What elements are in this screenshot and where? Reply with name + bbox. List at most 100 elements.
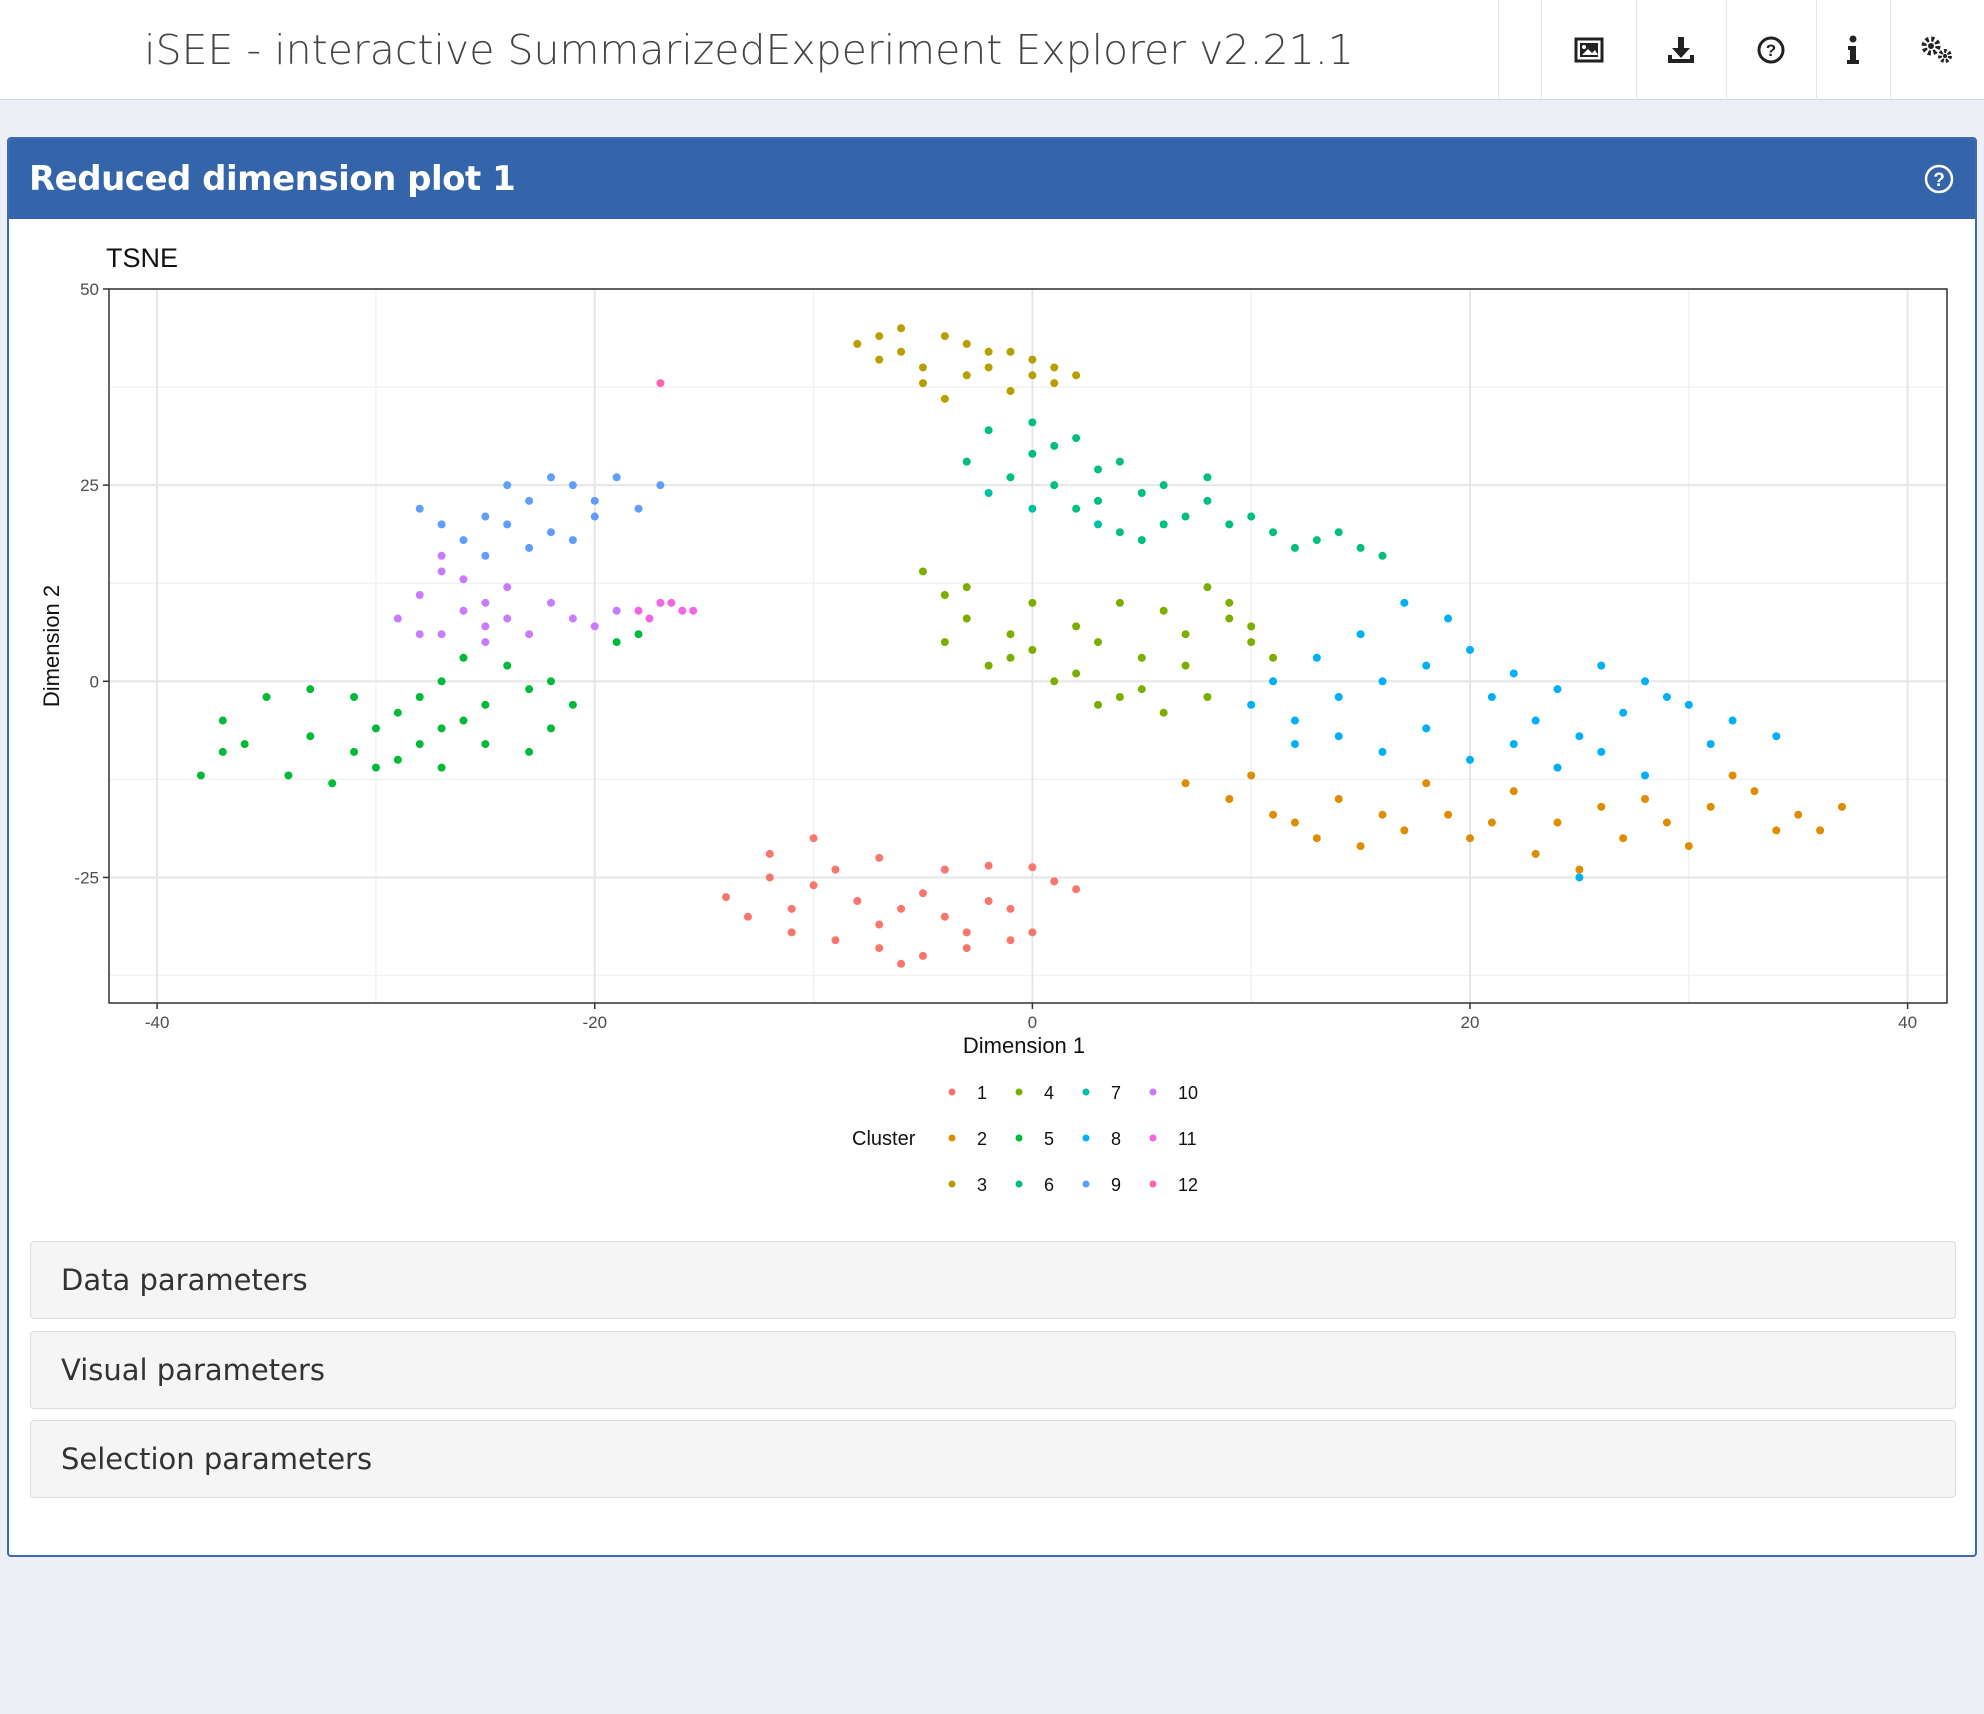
data-point-cluster-4 (962, 614, 971, 623)
data-point-cluster-4 (1203, 583, 1212, 592)
image-icon (1574, 37, 1603, 63)
app-title: iSEE - interactive SummarizedExperiment … (144, 26, 1354, 74)
data-point-cluster-4 (1115, 693, 1124, 701)
data-point-cluster-9 (634, 504, 643, 513)
data-point-cluster-1 (1050, 877, 1059, 886)
data-point-cluster-2 (1487, 818, 1496, 827)
y-tick-label: -25 (74, 868, 99, 887)
data-point-cluster-6 (1159, 481, 1168, 490)
data-point-cluster-1 (809, 834, 818, 843)
question-circle-icon[interactable]: ? (1921, 161, 1957, 197)
data-point-cluster-11 (645, 614, 654, 623)
data-point-cluster-8 (1312, 653, 1321, 662)
legend-key-cluster-3 (948, 1180, 956, 1188)
x-tick-label: 0 (1028, 1013, 1037, 1032)
data-point-cluster-8 (1531, 716, 1540, 725)
settings-button[interactable] (1890, 0, 1984, 100)
tsne-scatter-plot[interactable]: TSNE -40 -20 0 20 40-2502550 Dimension 1 Dim… (9, 219, 1975, 1219)
data-point-cluster-8 (1641, 677, 1650, 686)
data-point-cluster-2 (1290, 818, 1299, 827)
data-point-cluster-8 (1247, 700, 1256, 709)
data-point-cluster-8 (1619, 708, 1628, 717)
data-point-cluster-5 (459, 653, 468, 662)
data-point-cluster-3 (853, 339, 862, 348)
data-point-cluster-6 (1006, 473, 1015, 482)
data-points (196, 324, 1846, 968)
data-point-cluster-5 (371, 724, 380, 733)
data-point-cluster-10 (481, 622, 490, 631)
legend-key-cluster-11 (1149, 1134, 1157, 1142)
legend-label: 8 (1111, 1129, 1121, 1149)
data-point-cluster-7 (1094, 520, 1103, 529)
data-point-cluster-3 (1006, 347, 1015, 356)
screenshot-button[interactable] (1541, 0, 1636, 100)
legend-label: 10 (1178, 1083, 1198, 1103)
data-point-cluster-1 (875, 944, 884, 953)
data-point-cluster-1 (1028, 928, 1037, 937)
data-point-cluster-9 (437, 520, 446, 529)
data-point-cluster-11 (667, 598, 676, 607)
data-point-cluster-4 (1006, 653, 1015, 662)
data-point-cluster-5 (459, 716, 468, 725)
data-point-cluster-9 (503, 481, 512, 490)
data-point-cluster-9 (656, 481, 665, 490)
data-point-cluster-9 (503, 520, 512, 529)
y-tick-label: 50 (80, 280, 99, 299)
data-point-cluster-6 (1312, 536, 1321, 545)
data-point-cluster-4 (940, 591, 949, 599)
data-point-cluster-6 (1072, 504, 1081, 513)
selection-parameters-section[interactable]: Selection parameters (30, 1420, 1956, 1498)
top-navbar: iSEE - interactive SummarizedExperiment … (0, 0, 1984, 100)
data-point-cluster-9 (481, 551, 490, 560)
legend-key-cluster-7 (1082, 1088, 1090, 1096)
x-axis-label: Dimension 1 (963, 1033, 1085, 1058)
data-point-cluster-5 (393, 708, 402, 717)
x-tick-label: -20 (582, 1013, 607, 1032)
data-point-cluster-3 (940, 394, 949, 403)
data-point-cluster-10 (481, 638, 490, 647)
x-tick-label: -40 (145, 1013, 170, 1032)
data-point-cluster-4 (1006, 630, 1015, 639)
x-tick-label: 20 (1461, 1013, 1480, 1032)
data-point-cluster-4 (1181, 661, 1190, 670)
panel-header: Reduced dimension plot 1 ? (9, 139, 1975, 219)
data-point-cluster-9 (590, 512, 599, 521)
info-button[interactable] (1816, 0, 1890, 100)
data-point-cluster-10 (546, 598, 555, 607)
data-point-cluster-6 (1115, 528, 1124, 537)
data-point-cluster-8 (1290, 716, 1299, 725)
download-button[interactable] (1636, 0, 1726, 100)
legend-key-cluster-8 (1082, 1134, 1090, 1142)
data-point-cluster-2 (1356, 842, 1365, 851)
data-point-cluster-9 (546, 528, 555, 537)
data-point-cluster-8 (1444, 614, 1453, 623)
data-point-cluster-10 (415, 591, 424, 599)
legend-key-cluster-6 (1015, 1180, 1023, 1188)
data-point-cluster-6 (962, 457, 971, 466)
data-parameters-section[interactable]: Data parameters (30, 1241, 1956, 1319)
visual-parameters-section[interactable]: Visual parameters (30, 1331, 1956, 1409)
data-point-cluster-11 (689, 606, 698, 615)
data-point-cluster-10 (415, 630, 424, 639)
data-point-cluster-1 (1028, 863, 1037, 872)
data-point-cluster-4 (1115, 598, 1124, 607)
data-point-cluster-8 (1706, 740, 1715, 749)
legend-key-cluster-2 (948, 1134, 956, 1142)
cogs-icon (1921, 36, 1952, 63)
data-point-cluster-9 (525, 496, 534, 505)
data-point-cluster-5 (437, 724, 446, 733)
data-point-cluster-1 (918, 889, 927, 898)
data-point-cluster-9 (415, 504, 424, 513)
help-button[interactable]: ? (1726, 0, 1816, 100)
data-point-cluster-9 (590, 496, 599, 505)
data-point-cluster-4 (1137, 653, 1146, 662)
data-point-cluster-2 (1400, 826, 1409, 835)
y-axis-label: Dimension 2 (39, 585, 64, 707)
data-point-cluster-1 (1006, 904, 1015, 913)
legend-title: Cluster (852, 1128, 916, 1150)
data-point-cluster-2 (1312, 834, 1321, 843)
data-point-cluster-5 (306, 732, 315, 741)
data-point-cluster-1 (940, 865, 949, 874)
data-point-cluster-11 (678, 606, 687, 615)
data-point-cluster-5 (240, 740, 249, 749)
